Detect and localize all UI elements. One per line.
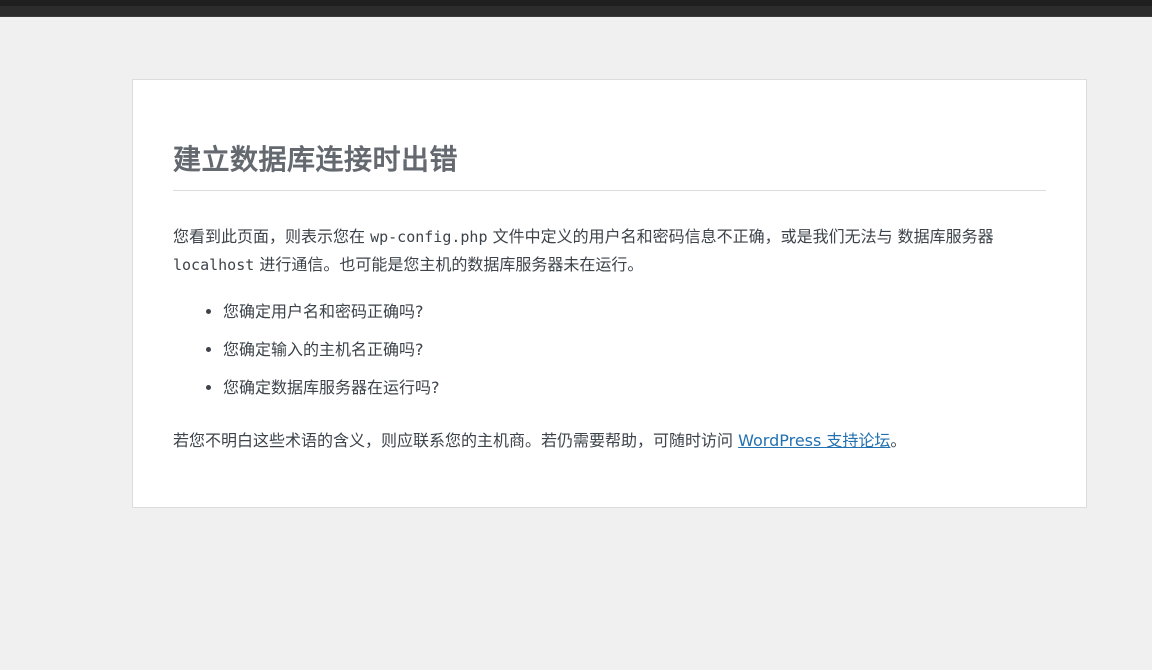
desc-text-1: 您看到此页面，则表示您在: [173, 227, 371, 246]
support-forum-link[interactable]: WordPress 支持论坛: [738, 431, 890, 450]
checklist-item: 您确定数据库服务器在运行吗?: [223, 377, 1046, 399]
error-panel: 建立数据库连接时出错 您看到此页面，则表示您在 wp-config.php 文件…: [132, 79, 1087, 508]
browser-top-strip: [0, 0, 1152, 6]
checklist: 您确定用户名和密码正确吗? 您确定输入的主机名正确吗? 您确定数据库服务器在运行…: [173, 301, 1046, 399]
error-description: 您看到此页面，则表示您在 wp-config.php 文件中定义的用户名和密码信…: [173, 223, 1048, 279]
help-text: 若您不明白这些术语的含义，则应联系您的主机商。若仍需要帮助，可随时访问 Word…: [173, 429, 1046, 453]
browser-top-bar: [0, 0, 1152, 17]
config-file-code: wp-config.php: [370, 228, 488, 246]
desc-text-3: 进行通信。也可能是您主机的数据库服务器未在运行。: [254, 255, 644, 274]
help-text-prefix: 若您不明白这些术语的含义，则应联系您的主机商。若仍需要帮助，可随时访问: [173, 431, 739, 450]
error-title: 建立数据库连接时出错: [173, 142, 1046, 191]
checklist-item: 您确定输入的主机名正确吗?: [223, 339, 1046, 361]
host-code: localhost: [173, 256, 255, 274]
checklist-item: 您确定用户名和密码正确吗?: [223, 301, 1046, 323]
desc-text-2: 文件中定义的用户名和密码信息不正确，或是我们无法与 数据库服务器: [487, 227, 994, 246]
help-text-suffix: 。: [890, 431, 907, 450]
